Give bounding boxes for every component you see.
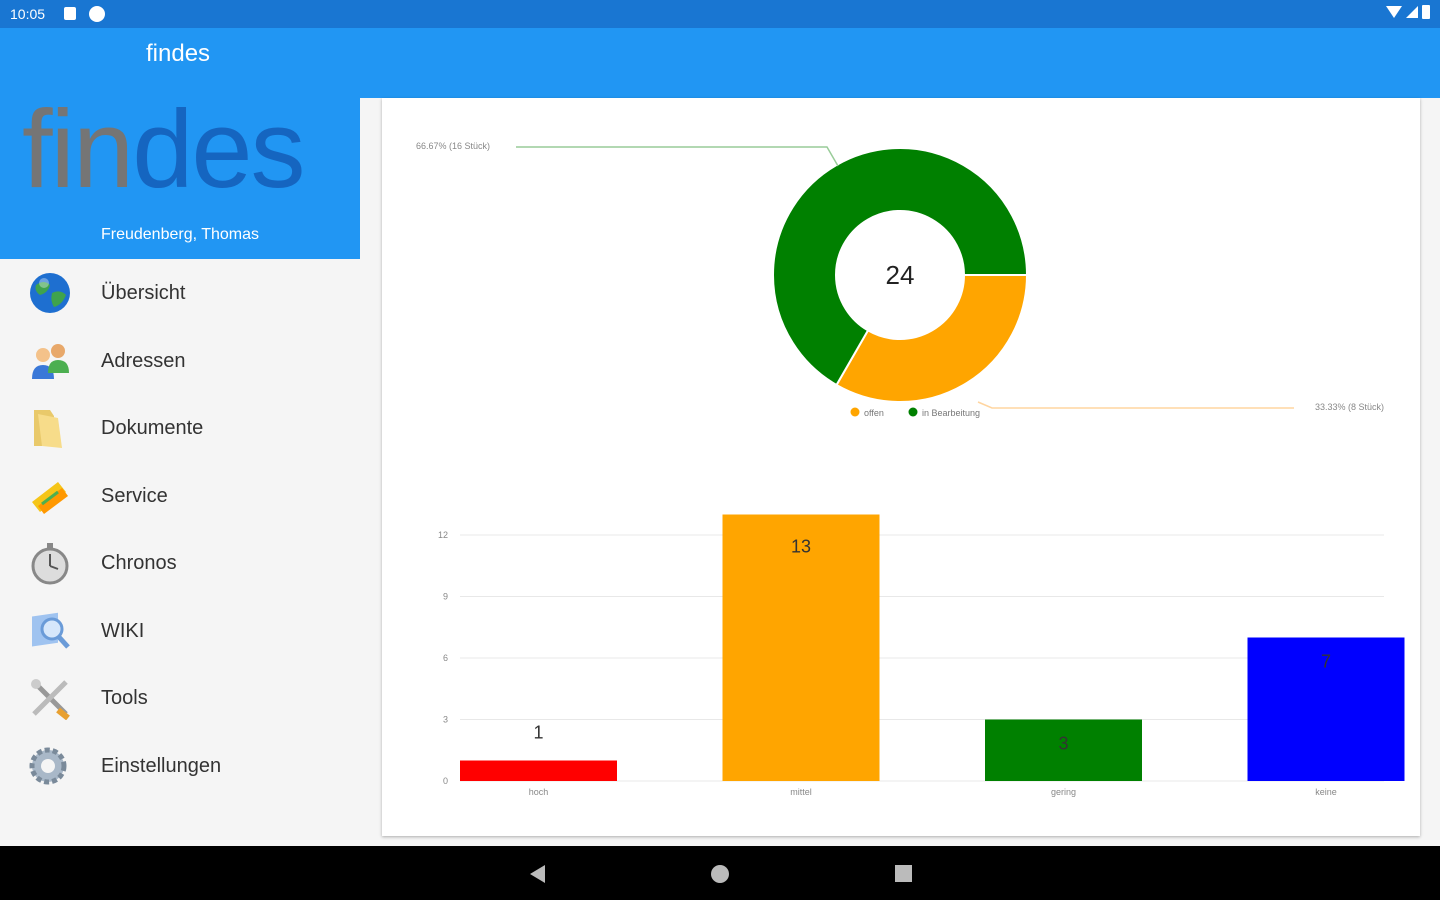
menu-label: Einstellungen: [101, 754, 222, 777]
x-tick-label: gering: [1051, 787, 1076, 797]
people-icon: [32, 343, 69, 379]
bar-chart: 0 3 6 9 12 1 hoch 13 mittel 3 gering 7 keine: [438, 514, 1405, 797]
donut-center-label: 24: [886, 260, 915, 290]
tickets-icon: [32, 481, 68, 514]
menu-item-wiki[interactable]: WIKI: [0, 597, 360, 665]
donut-slice: [835, 274, 1029, 403]
recent-apps-icon[interactable]: [895, 865, 912, 882]
menu-label: Service: [101, 484, 168, 507]
menu-label: Adressen: [101, 349, 186, 372]
y-tick-label: 12: [438, 530, 448, 540]
back-icon[interactable]: [530, 865, 545, 883]
y-tick-label: 3: [443, 715, 448, 725]
folder-icon: [34, 410, 62, 448]
bar-value-label: 1: [533, 723, 543, 743]
logo-part2: des: [132, 88, 305, 211]
menu-label: Chronos: [101, 552, 177, 574]
leader-line: [977, 401, 1294, 409]
signal-icon: [1406, 6, 1418, 18]
slice-label: 33.33% (8 Stück): [1315, 402, 1384, 412]
findes-logo: findes: [22, 86, 306, 213]
menu-item-adressen[interactable]: Adressen: [0, 327, 360, 395]
logo-part1: fin: [22, 88, 134, 211]
globe-icon: [30, 273, 70, 313]
home-icon[interactable]: [711, 865, 729, 883]
x-tick-label: mittel: [790, 787, 812, 797]
menu-label: Tools: [101, 687, 148, 709]
legend-label: offen: [864, 408, 884, 418]
bar: [460, 760, 617, 781]
legend-marker: [908, 407, 918, 417]
main-content: 24 66.67% (16 Stück) 33.33% (8 Stück) offen…: [360, 98, 1440, 846]
user-name: Freudenberg, Thomas: [100, 226, 259, 243]
stopwatch-icon: [31, 543, 69, 585]
y-tick-label: 6: [443, 653, 448, 663]
status-time: 10:05: [10, 6, 46, 22]
y-tick-label: 9: [443, 592, 448, 602]
menu-item-service[interactable]: Service: [0, 462, 360, 530]
x-tick-label: keine: [1315, 787, 1337, 797]
menu-item-tools[interactable]: Tools: [0, 664, 360, 732]
menu-item-einstellungen[interactable]: Einstellungen: [0, 732, 360, 800]
status-bar: 10:05: [0, 0, 1440, 28]
menu-label: Übersicht: [101, 282, 186, 304]
bar-value-label: 7: [1321, 652, 1331, 672]
wifi-icon: [1386, 6, 1402, 18]
gear-icon: [29, 747, 67, 784]
charts-svg: 24 66.67% (16 Stück) 33.33% (8 Stück) offen…: [416, 141, 1405, 797]
navigation-drawer: findes Freudenberg, Thomas Übersicht Adr…: [0, 88, 360, 846]
menu-label: Dokumente: [101, 417, 204, 439]
leader-line: [516, 146, 839, 167]
donut-chart: 24 66.67% (16 Stück) 33.33% (8 Stück) offen…: [416, 141, 1384, 418]
menu-item-chronos[interactable]: Chronos: [0, 529, 360, 597]
app-title: findes: [146, 40, 211, 67]
wiki-search-icon: [32, 612, 70, 649]
dashboard-card: 24 66.67% (16 Stück) 33.33% (8 Stück) offen…: [382, 98, 1420, 836]
battery-icon: [1422, 5, 1430, 19]
y-tick-label: 0: [443, 776, 448, 786]
legend-label: in Bearbeitung: [922, 408, 980, 418]
drawer-menu: Übersicht Adressen Dokumente Service Chr…: [0, 259, 360, 799]
slice-label: 66.67% (16 Stück): [416, 141, 490, 151]
tools-icon: [31, 679, 70, 720]
x-tick-label: hoch: [529, 787, 549, 797]
notification-icon: [64, 7, 76, 20]
bar-value-label: 13: [791, 537, 811, 557]
app-notification-icon: [89, 6, 105, 22]
legend-marker: [850, 407, 860, 417]
menu-item-uebersicht[interactable]: Übersicht: [0, 259, 360, 327]
menu-item-dokumente[interactable]: Dokumente: [0, 394, 360, 462]
menu-label: WIKI: [101, 619, 145, 642]
drawer-header: findes Freudenberg, Thomas: [0, 88, 360, 259]
bar-value-label: 3: [1058, 734, 1068, 754]
